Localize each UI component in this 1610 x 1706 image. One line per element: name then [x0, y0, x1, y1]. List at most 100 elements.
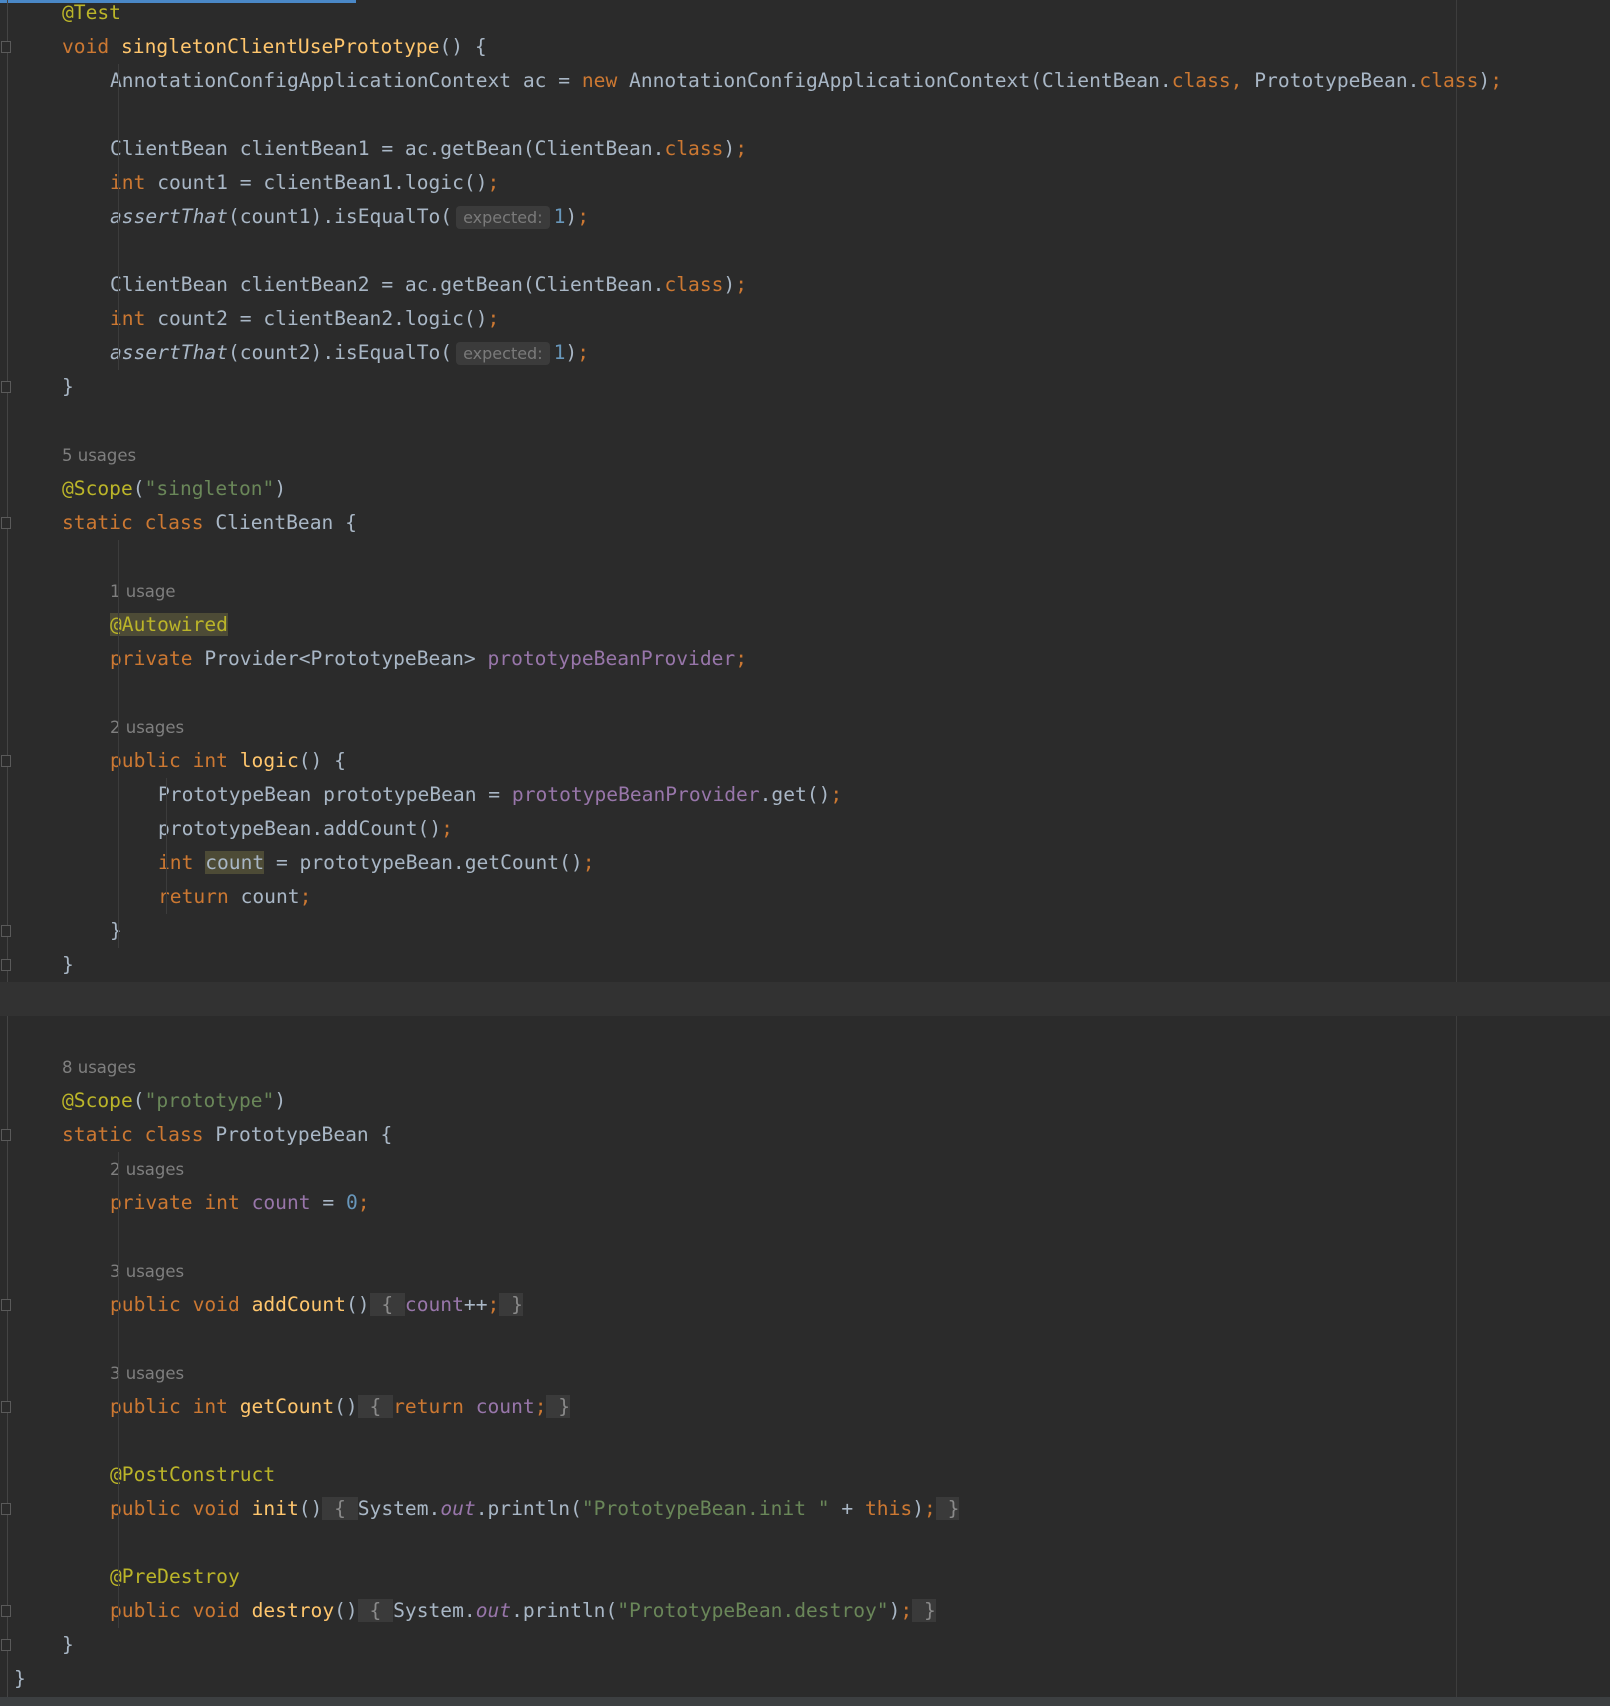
code-line[interactable] — [0, 676, 1610, 710]
code-token: () { — [298, 749, 346, 772]
folded-brace[interactable]: } — [546, 1395, 571, 1418]
line-content: @PreDestroy — [110, 1560, 240, 1594]
code-line[interactable]: 1 usage — [0, 574, 1610, 608]
fold-toggle-icon[interactable] — [1, 1639, 11, 1651]
code-line[interactable]: return count; — [0, 880, 1610, 914]
code-line[interactable]: ClientBean clientBean2 = ac.getBean(Clie… — [0, 268, 1610, 302]
fold-toggle-icon[interactable] — [1, 755, 11, 767]
code-line[interactable] — [0, 1424, 1610, 1458]
code-line[interactable]: 5 usages — [0, 438, 1610, 472]
code-token: PrototypeBean prototypeBean = — [158, 783, 512, 806]
fold-toggle-icon[interactable] — [1, 1299, 11, 1311]
code-token: = prototypeBean.getCount() — [264, 851, 583, 874]
folded-brace[interactable]: { — [357, 1395, 394, 1418]
fold-toggle-icon[interactable] — [1, 925, 11, 937]
code-token: () — [334, 1599, 358, 1622]
code-line[interactable]: int count2 = clientBean2.logic(); — [0, 302, 1610, 336]
code-line[interactable]: } — [0, 1628, 1610, 1662]
usages-hint[interactable]: 3 usages — [110, 1262, 184, 1281]
code-line[interactable]: } — [0, 948, 1610, 982]
code-token: public void — [110, 1293, 252, 1316]
usages-hint[interactable]: 2 usages — [110, 718, 184, 737]
folded-brace[interactable]: { — [322, 1497, 358, 1520]
fold-toggle-icon[interactable] — [1, 1605, 11, 1617]
code-line[interactable]: } — [0, 1662, 1610, 1696]
code-line[interactable]: assertThat(count2).isEqualTo(expected: 1)… — [0, 336, 1610, 370]
code-token: @Test — [62, 1, 121, 24]
usages-hint[interactable]: 8 usages — [62, 1058, 136, 1077]
code-line[interactable]: 3 usages — [0, 1356, 1610, 1390]
folded-brace[interactable]: } — [499, 1293, 523, 1316]
code-line[interactable]: } — [0, 914, 1610, 948]
code-line[interactable] — [0, 234, 1610, 268]
code-line[interactable]: 3 usages — [0, 1254, 1610, 1288]
code-line[interactable]: @Scope("prototype") — [0, 1084, 1610, 1118]
line-content: @Scope("prototype") — [62, 1084, 286, 1118]
code-token: "PrototypeBean.init " — [581, 1497, 830, 1520]
code-line[interactable]: @Scope("singleton") — [0, 472, 1610, 506]
code-editor[interactable]: @Test void singletonClientUsePrototype() … — [0, 0, 1610, 1696]
code-line[interactable]: static class PrototypeBean { — [0, 1118, 1610, 1152]
usages-hint[interactable]: 5 usages — [62, 446, 136, 465]
code-token: @Scope — [62, 1089, 133, 1112]
code-line[interactable]: public void destroy() { System.out.print… — [0, 1594, 1610, 1628]
code-line[interactable]: int count1 = clientBean1.logic(); — [0, 166, 1610, 200]
code-token: getCount — [239, 1395, 335, 1418]
code-token: } — [110, 919, 122, 942]
fold-toggle-icon[interactable] — [1, 1503, 11, 1515]
code-line[interactable] — [0, 540, 1610, 574]
code-line[interactable]: 2 usages — [0, 710, 1610, 744]
code-line[interactable] — [0, 1322, 1610, 1356]
horizontal-scrollbar[interactable] — [0, 1697, 1610, 1706]
code-line[interactable] — [0, 98, 1610, 132]
code-line[interactable]: private Provider<PrototypeBean> prototyp… — [0, 642, 1610, 676]
folded-brace[interactable]: } — [935, 1497, 960, 1520]
folded-brace[interactable]: { — [357, 1599, 394, 1622]
code-token: class — [664, 137, 724, 160]
code-token: out — [440, 1497, 476, 1520]
code-line[interactable]: 8 usages — [0, 1050, 1610, 1084]
code-line[interactable] — [0, 404, 1610, 438]
code-line[interactable]: 2 usages — [0, 1152, 1610, 1186]
folded-brace[interactable]: { — [369, 1293, 405, 1316]
fold-toggle-icon[interactable] — [1, 1401, 11, 1413]
usages-hint[interactable]: 1 usage — [110, 582, 176, 601]
code-line[interactable]: @PreDestroy — [0, 1560, 1610, 1594]
code-line[interactable]: public void addCount() { count++; } — [0, 1288, 1610, 1322]
code-line[interactable]: @Autowired — [0, 608, 1610, 642]
code-line[interactable] — [0, 1220, 1610, 1254]
code-line[interactable]: AnnotationConfigApplicationContext ac = … — [0, 64, 1610, 98]
code-token: PrototypeBean { — [215, 1123, 393, 1146]
fold-toggle-icon[interactable] — [1, 381, 11, 393]
code-line[interactable]: int count = prototypeBean.getCount(); — [0, 846, 1610, 880]
code-line[interactable]: @Test — [0, 0, 1610, 30]
fold-toggle-icon[interactable] — [1, 1129, 11, 1141]
code-line[interactable]: ClientBean clientBean1 = ac.getBean(Clie… — [0, 132, 1610, 166]
code-line[interactable]: assertThat(count1).isEqualTo(expected: 1)… — [0, 200, 1610, 234]
fold-toggle-icon[interactable] — [1, 517, 11, 529]
code-line[interactable]: void singletonClientUsePrototype() { — [0, 30, 1610, 64]
line-content: } — [110, 914, 122, 948]
code-token: ) — [565, 205, 578, 228]
code-line[interactable]: public int logic() { — [0, 744, 1610, 778]
code-line[interactable]: } — [0, 370, 1610, 404]
fold-toggle-icon[interactable] — [1, 41, 11, 53]
usages-hint[interactable]: 3 usages — [110, 1364, 184, 1383]
code-line[interactable]: public int getCount() { return count; } — [0, 1390, 1610, 1424]
line-content: void singletonClientUsePrototype() { — [62, 30, 487, 64]
code-token: prototypeBean.addCount() — [158, 817, 442, 840]
code-line[interactable]: PrototypeBean prototypeBean = prototypeB… — [0, 778, 1610, 812]
code-line[interactable] — [0, 1526, 1610, 1560]
line-content: @Autowired — [110, 608, 228, 642]
code-line[interactable] — [0, 982, 1610, 1016]
folded-brace[interactable]: } — [912, 1599, 936, 1622]
code-line[interactable]: private int count = 0; — [0, 1186, 1610, 1220]
code-line[interactable]: static class ClientBean { — [0, 506, 1610, 540]
fold-toggle-icon[interactable] — [1, 959, 11, 971]
code-line[interactable] — [0, 1016, 1610, 1050]
usages-hint[interactable]: 2 usages — [110, 1160, 184, 1179]
code-line[interactable]: public void init() { System.out.println(… — [0, 1492, 1610, 1526]
code-line[interactable]: prototypeBean.addCount(); — [0, 812, 1610, 846]
code-token: ClientBean clientBean1 = ac.getBean(Clie… — [110, 137, 665, 160]
code-line[interactable]: @PostConstruct — [0, 1458, 1610, 1492]
